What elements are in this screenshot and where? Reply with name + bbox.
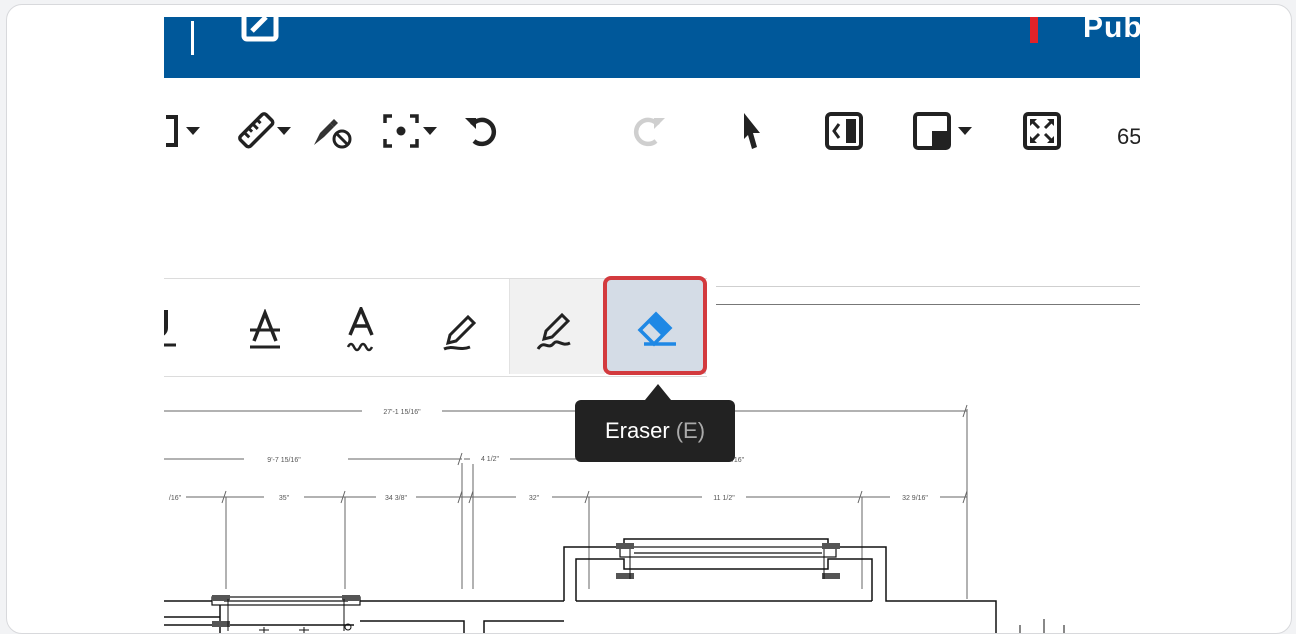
zoom-level[interactable]: 65 — [1117, 124, 1140, 150]
header-title: Pub — [1083, 17, 1140, 44]
panel-left-icon — [825, 112, 863, 150]
brand-flag — [1030, 17, 1038, 43]
signature-button[interactable] — [536, 309, 574, 358]
select-tool-button[interactable] — [736, 109, 766, 153]
dimension-label: 35" — [279, 495, 290, 502]
dimension-label: 11 1/2" — [713, 495, 735, 502]
main-toolbar — [164, 109, 1140, 159]
undo-icon — [465, 117, 496, 147]
dimension-label: 32" — [529, 495, 540, 502]
eraser-tooltip: Eraser (E) — [575, 400, 735, 462]
dimension-label: 4 1/2" — [481, 456, 500, 463]
freehand-button[interactable] — [440, 309, 478, 358]
ruler-line — [716, 286, 1140, 287]
toggle-panel-button[interactable] — [824, 109, 864, 153]
pointer-icon — [744, 113, 760, 149]
layout-icon — [913, 112, 972, 150]
focus-icon — [383, 114, 437, 148]
undo-button[interactable] — [462, 109, 502, 153]
tooltip-arrow — [645, 384, 671, 400]
tooltip-label: Eraser — [604, 418, 670, 443]
measure-tool-dropdown[interactable] — [237, 109, 295, 153]
redo-button[interactable] — [630, 109, 670, 153]
ruler-icon — [238, 112, 291, 149]
strikethrough-button[interactable] — [248, 308, 282, 356]
dimension-label: 27'-1 15/16" — [383, 409, 421, 416]
squiggly-button[interactable] — [344, 304, 378, 358]
screenshot-card: Pub 65 27'-1 15/16" 9'-7 15/16" 4 1/2" /… — [6, 4, 1292, 634]
dimension-label: 34 3/8" — [385, 495, 407, 502]
squiggly-underline-icon — [346, 304, 374, 352]
fit-screen-button[interactable] — [1022, 109, 1062, 153]
eraser-highlight-box — [603, 276, 707, 375]
ruler-line — [716, 304, 1140, 305]
shape-tool-dropdown[interactable] — [164, 109, 210, 153]
signature-pen-icon — [536, 312, 571, 350]
underline-icon — [164, 310, 176, 347]
pen-icon — [443, 314, 477, 351]
app-viewport: Pub 65 27'-1 15/16" 9'-7 15/16" 4 1/2" /… — [164, 17, 1140, 633]
edit-icon[interactable] — [240, 17, 280, 43]
pen-cancel-icon — [314, 119, 352, 149]
rectangle-icon — [166, 115, 200, 147]
dimension-label: 9'-7 15/16" — [267, 457, 301, 464]
strikethrough-icon — [250, 308, 280, 349]
snap-tool-dropdown[interactable] — [381, 109, 441, 153]
dimension-label: /16" — [169, 495, 182, 502]
redo-icon — [634, 117, 665, 147]
layout-dropdown[interactable] — [912, 109, 976, 153]
underline-button[interactable] — [164, 308, 178, 355]
dimension-label: 32 9/16" — [902, 495, 928, 502]
tooltip-shortcut: (E) — [675, 418, 706, 443]
hide-annotations-button[interactable] — [310, 109, 356, 153]
fullscreen-icon — [1023, 112, 1061, 150]
header-divider — [191, 21, 194, 55]
app-header: Pub — [164, 17, 1140, 78]
markup-toolbar — [164, 276, 1140, 377]
